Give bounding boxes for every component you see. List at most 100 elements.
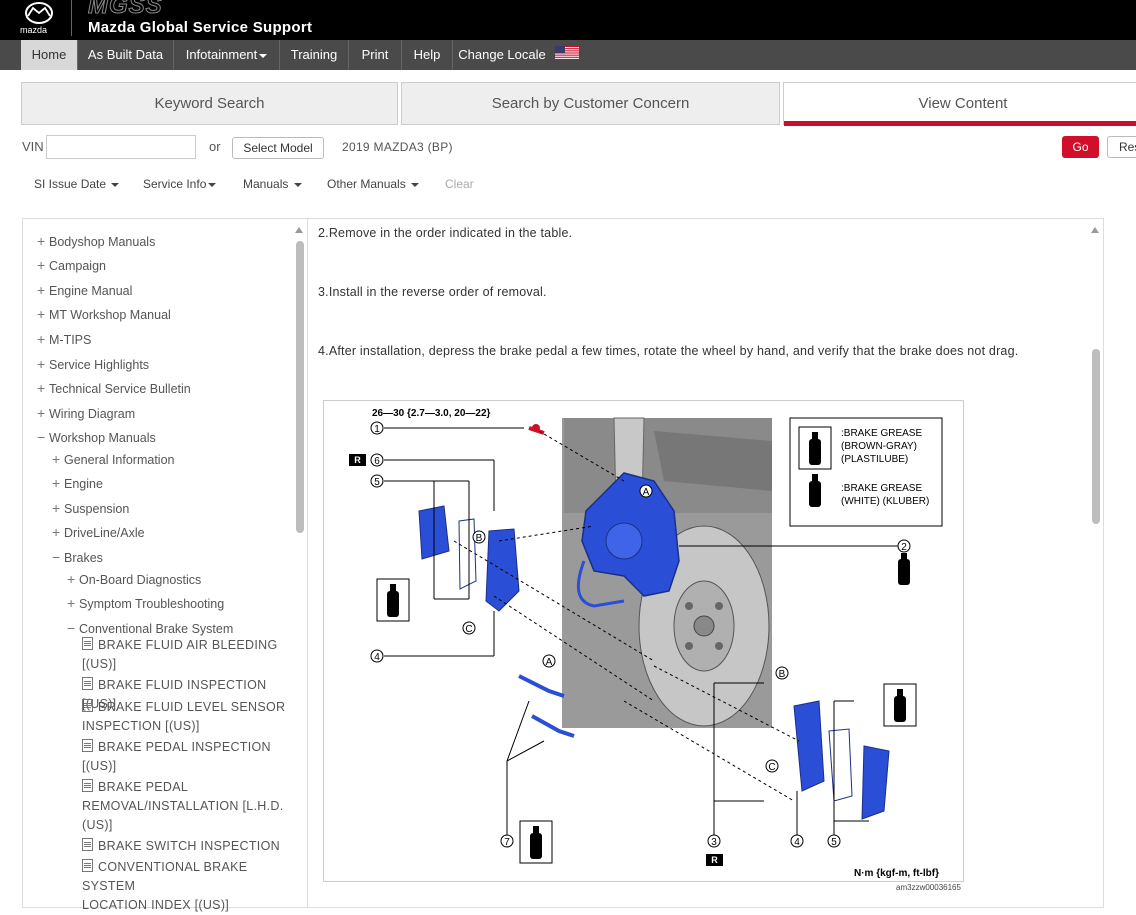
doc-title: CONVENTIONAL BRAKE SYSTEM	[82, 860, 248, 893]
step-3-text: 3.Install in the reverse order of remova…	[318, 285, 547, 299]
logo-wordmark: mazda	[20, 25, 48, 35]
callout-4: 4	[794, 837, 800, 848]
legend-text: (PLASTILUBE)	[841, 454, 908, 465]
vin-input[interactable]	[46, 135, 196, 159]
select-model-button[interactable]: Select Model	[232, 137, 324, 159]
document-icon	[82, 779, 93, 792]
doc-link-brake-switch-inspection[interactable]: BRAKE SWITCH INSPECTION	[82, 837, 297, 856]
nav-training[interactable]: Training	[280, 40, 349, 70]
tree-item-conventional[interactable]: − Conventional Brake System	[67, 620, 233, 636]
content-scrollbar[interactable]	[1092, 349, 1100, 524]
or-label: or	[209, 139, 221, 154]
tree-item-service-highlights[interactable]: + Service Highlights	[37, 356, 149, 372]
callout-6: 6	[374, 456, 380, 467]
tree-item-brakes[interactable]: − Brakes	[52, 549, 103, 565]
tab-keyword-search[interactable]: Keyword Search	[21, 82, 398, 125]
expand-icon: +	[37, 282, 46, 298]
doc-title: [(US)]	[82, 759, 117, 773]
chevron-down-icon	[259, 53, 268, 58]
tree-item-mt-workshop[interactable]: + MT Workshop Manual	[37, 306, 171, 322]
nav-help[interactable]: Help	[402, 40, 453, 70]
tree-item-label: Suspension	[64, 502, 130, 516]
tree-item-engine-manual[interactable]: + Engine Manual	[37, 282, 132, 298]
filter-si-issue-date[interactable]: SI Issue Date	[34, 177, 120, 191]
tree-item-bodyshop[interactable]: + Bodyshop Manuals	[37, 233, 155, 249]
tree-item-engine[interactable]: + Engine	[52, 475, 103, 491]
tab-customer-concern[interactable]: Search by Customer Concern	[401, 82, 780, 125]
clear-filters-button[interactable]: Clear	[445, 177, 474, 191]
hub-center	[693, 615, 715, 637]
doc-title: INSPECTION [(US)]	[82, 719, 200, 733]
expand-icon: +	[37, 405, 46, 421]
expand-icon: +	[52, 451, 61, 467]
reset-button[interactable]: Res	[1107, 136, 1136, 158]
document-icon	[82, 859, 93, 872]
expand-icon: +	[67, 595, 76, 611]
tree-item-campaign[interactable]: + Campaign	[37, 257, 106, 273]
tree-item-general-info[interactable]: + General Information	[52, 451, 174, 467]
caliper-piston	[605, 522, 643, 560]
tree-item-symptom[interactable]: + Symptom Troubleshooting	[67, 595, 224, 611]
bolt-head	[532, 424, 540, 432]
label-b: B	[779, 669, 786, 680]
filter-service-info[interactable]: Service Info	[143, 177, 217, 191]
tree-item-workshop[interactable]: − Workshop Manuals	[37, 429, 156, 445]
nav-home[interactable]: Home	[21, 40, 78, 70]
pad-clip-upper	[518, 674, 565, 698]
nav-infotainment[interactable]: Infotainment	[174, 40, 280, 70]
us-flag-icon[interactable]	[555, 46, 579, 60]
document-icon	[82, 677, 93, 690]
doc-title: (US)]	[82, 818, 113, 832]
go-button[interactable]: Go	[1062, 136, 1099, 158]
inner-shim-right	[861, 745, 890, 820]
legend-text: :BRAKE GREASE	[841, 483, 922, 494]
doc-link-brake-fluid-air-bleeding[interactable]: BRAKE FLUID AIR BLEEDING [(US)]	[82, 636, 297, 674]
grease-tube-icon	[519, 820, 553, 864]
document-icon	[82, 838, 93, 851]
tree-scrollbar[interactable]	[296, 241, 304, 533]
tree-item-label: Technical Service Bulletin	[49, 382, 191, 396]
tree-item-obd[interactable]: + On-Board Diagnostics	[67, 571, 201, 587]
tree-item-suspension[interactable]: + Suspension	[52, 500, 129, 516]
doc-title: REMOVAL/INSTALLATION [L.H.D.	[82, 799, 284, 813]
tree-item-label: Workshop Manuals	[49, 431, 156, 445]
tree-item-m-tips[interactable]: + M-TIPS	[37, 331, 91, 347]
nav-print[interactable]: Print	[349, 40, 402, 70]
doc-link-brake-fluid-level-sensor[interactable]: BRAKE FLUID LEVEL SENSOR INSPECTION [(US)…	[82, 698, 297, 736]
top-header: mazda MGSS Mazda Global Service Support	[0, 0, 1136, 40]
doc-title: BRAKE SWITCH INSPECTION	[98, 839, 280, 853]
expand-icon: +	[37, 331, 46, 347]
tree-item-label: Engine	[64, 477, 103, 491]
grease-tube-icon	[898, 553, 910, 585]
doc-link-brake-pedal-inspection[interactable]: BRAKE PEDAL INSPECTION [(US)]	[82, 738, 297, 776]
tree-item-label: Brakes	[64, 551, 103, 565]
nav-as-built-data[interactable]: As Built Data	[78, 40, 174, 70]
scroll-up-icon[interactable]	[295, 227, 303, 233]
filter-manuals[interactable]: Manuals	[243, 177, 302, 191]
document-icon	[82, 637, 93, 650]
tree-item-label: Campaign	[49, 259, 106, 273]
expand-icon: +	[67, 571, 76, 587]
scroll-up-icon[interactable]	[1091, 227, 1099, 233]
brake-exploded-diagram: 1 6 5 4 2 7 3 4 5 A B C A B C R R 26—30 …	[323, 400, 964, 882]
label-a: A	[643, 487, 650, 498]
doc-link-brake-pedal-removal[interactable]: BRAKE PEDAL REMOVAL/INSTALLATION [L.H.D. (…	[82, 778, 297, 835]
label-b: B	[476, 533, 483, 544]
nav-change-locale[interactable]: Change Locale	[453, 40, 551, 70]
replace-marker-label: R	[354, 455, 361, 465]
tab-view-content[interactable]: View Content	[783, 82, 1136, 125]
legend-text: (BROWN-GRAY)	[841, 441, 917, 452]
callout-1: 1	[374, 424, 380, 435]
tree-item-tsb[interactable]: + Technical Service Bulletin	[37, 380, 191, 396]
doc-link-conventional-brake-location-index[interactable]: CONVENTIONAL BRAKE SYSTEM LOCATION INDEX …	[82, 858, 297, 915]
figure-id: am3zzw00036165	[896, 883, 961, 892]
expand-icon: +	[52, 475, 61, 491]
tree-item-driveline[interactable]: + DriveLine/Axle	[52, 524, 145, 540]
chevron-down-icon	[208, 182, 217, 187]
tree-item-wiring[interactable]: + Wiring Diagram	[37, 405, 135, 421]
filter-other-manuals[interactable]: Other Manuals	[327, 177, 420, 191]
doc-title: BRAKE FLUID LEVEL SENSOR	[98, 700, 286, 714]
document-icon	[82, 699, 93, 712]
torque-units: N·m {kgf-m, ft-lbf}	[854, 868, 939, 879]
lug-stud	[715, 642, 723, 650]
